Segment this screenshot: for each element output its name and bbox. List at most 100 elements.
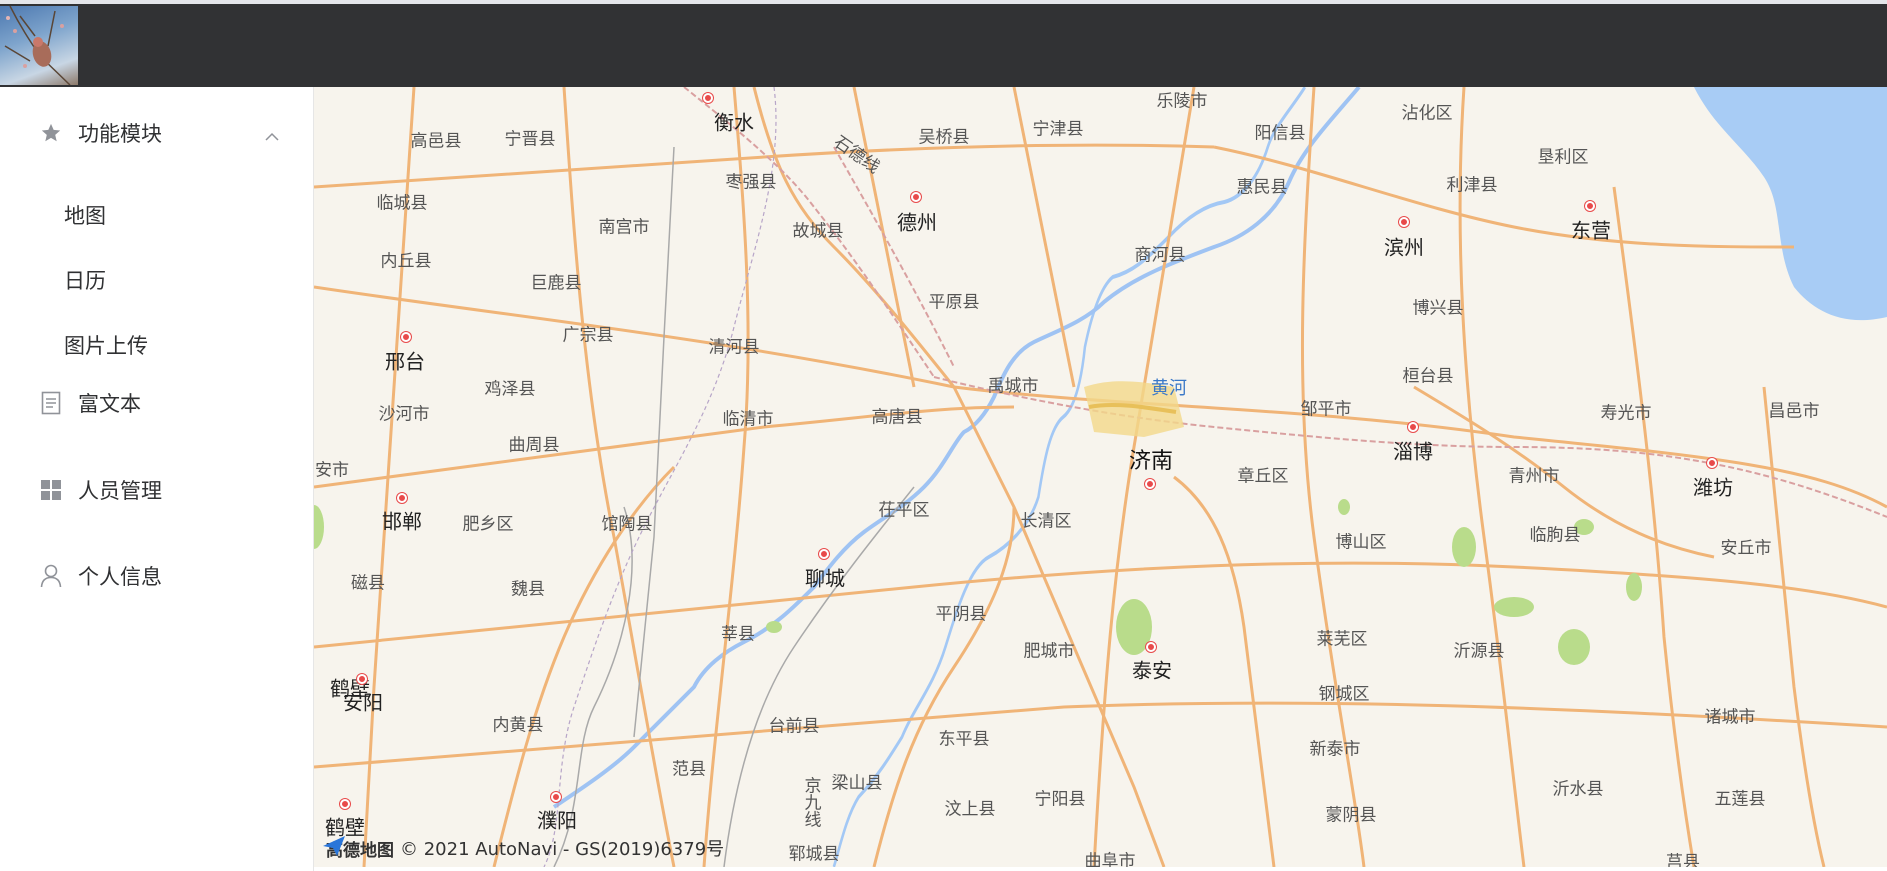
map-label: 高唐县 — [871, 407, 923, 428]
menu-item-calendar[interactable]: 日历 — [0, 252, 313, 308]
map-label: 安市 — [315, 460, 349, 481]
map-label: 东平县 — [938, 729, 990, 750]
map-label: 高邑县 — [410, 131, 462, 152]
menu-item-map[interactable]: 地图 — [0, 187, 313, 243]
map-label: 汶上县 — [944, 799, 996, 820]
map-label: 邯郸 — [382, 509, 422, 534]
map-attribution: 高德地图 © 2021 AutoNavi - GS(2019)6379号 — [322, 835, 724, 861]
map-label: 宁阳县 — [1034, 789, 1086, 810]
copyright-text: © 2021 AutoNavi - GS(2019)6379号 — [400, 839, 725, 860]
map-label: 曲周县 — [508, 435, 560, 456]
menu-item-image-upload[interactable]: 图片上传 — [0, 317, 313, 373]
city-marker[interactable] — [1707, 458, 1717, 468]
city-marker[interactable] — [1408, 422, 1418, 432]
star-icon — [38, 120, 64, 146]
map-label: 商河县 — [1134, 245, 1186, 266]
map-label: 磁县 — [351, 573, 385, 594]
map-label: 禹城市 — [987, 376, 1039, 397]
map-label: 内黄县 — [492, 715, 544, 736]
city-marker[interactable] — [401, 332, 411, 342]
menu-item-label: 地图 — [64, 204, 106, 228]
map-label: 莘县 — [721, 624, 755, 645]
map-label: 广宗县 — [562, 325, 614, 346]
map-label: 博山区 — [1335, 532, 1387, 553]
map-label: 章丘区 — [1237, 466, 1289, 487]
map-label: 临朐县 — [1529, 525, 1581, 546]
menu-item-label: 富文本 — [78, 392, 141, 416]
map-label: 五莲县 — [1714, 789, 1766, 810]
menu-item-label: 人员管理 — [78, 479, 162, 503]
map-label: 衡水 — [714, 110, 754, 135]
map-label: 巨鹿县 — [530, 273, 582, 294]
map-label: 滨州 — [1384, 235, 1424, 260]
map-label: 宁津县 — [1032, 119, 1084, 140]
map-label: 临城县 — [376, 193, 428, 214]
map-label: 安阳 — [343, 690, 383, 715]
menu-item-label: 日历 — [64, 269, 106, 293]
map-label: 邢台 — [385, 349, 425, 374]
map-label: 馆陶县 — [601, 514, 653, 535]
map-label: 宁晋县 — [504, 129, 556, 150]
map-label: 济南 — [1128, 449, 1174, 474]
city-marker[interactable] — [819, 549, 829, 559]
map-label: 东营 — [1571, 218, 1611, 243]
map-label: 茌平区 — [878, 500, 930, 521]
map-label: 莱芜区 — [1316, 629, 1368, 650]
city-marker[interactable] — [911, 192, 921, 202]
menu-item-staff-management[interactable]: 人员管理 — [0, 462, 313, 518]
map-label: 昌邑市 — [1768, 401, 1820, 422]
map-label: 肥乡区 — [462, 514, 514, 535]
map-label: 枣强县 — [725, 172, 777, 193]
menu-item-rich-text[interactable]: 富文本 — [0, 375, 313, 431]
map-label: 南宫市 — [598, 217, 650, 238]
map-label: 聊城 — [805, 566, 845, 591]
top-header-bar — [0, 4, 1887, 87]
menu-item-profile[interactable]: 个人信息 — [0, 548, 313, 604]
railway-label: 京九线 — [800, 776, 821, 828]
map-label: 范县 — [672, 759, 706, 780]
map-label: 新泰市 — [1309, 739, 1361, 760]
map-label: 安丘市 — [1720, 538, 1772, 559]
map-label: 魏县 — [511, 579, 545, 600]
map-label: 临清市 — [722, 409, 774, 430]
sidebar-menu: 功能模块 地图 日历 图片上传 富文本 人员管理 个人信息 — [0, 87, 314, 871]
map-label: 濮阳 — [537, 808, 577, 833]
map-label: 清河县 — [708, 337, 760, 358]
map-label: 鸡泽县 — [484, 379, 536, 400]
menu-item-label: 个人信息 — [78, 565, 162, 589]
city-marker[interactable] — [397, 493, 407, 503]
map-label: 吴桥县 — [918, 127, 970, 148]
map-label: 沾化区 — [1401, 103, 1453, 124]
map-label: 郓城县 — [788, 844, 840, 865]
map-label: 德州 — [897, 210, 937, 235]
city-marker[interactable] — [357, 674, 367, 684]
menu-group-label: 功能模块 — [78, 122, 162, 146]
map-label: 诸城市 — [1704, 707, 1756, 728]
map-label: 肥城市 — [1023, 641, 1075, 662]
map-label: 故城县 — [792, 221, 844, 242]
map-view[interactable]: 鹤壁 衡水 德州 滨州 东营 邢台 济南 淄博 潍坊 邯郸 聊城 泰安 安阳 濮… — [314, 87, 1887, 867]
map-label: 莒县 — [1666, 852, 1700, 868]
map-label: 黄河 — [1151, 378, 1187, 399]
avatar[interactable] — [0, 6, 78, 85]
menu-item-label: 图片上传 — [64, 334, 148, 358]
map-label: 平原县 — [928, 292, 980, 313]
map-label: 阳信县 — [1254, 123, 1306, 144]
city-marker[interactable] — [1146, 642, 1156, 652]
city-marker[interactable] — [340, 799, 350, 809]
map-roads-layer — [314, 87, 1887, 867]
map-label: 邹平市 — [1300, 399, 1352, 420]
menu-group-features[interactable]: 功能模块 — [0, 105, 313, 161]
map-label: 潍坊 — [1693, 475, 1733, 500]
city-marker[interactable] — [703, 93, 713, 103]
map-label: 台前县 — [768, 716, 820, 737]
city-marker[interactable] — [1145, 479, 1155, 489]
grid-icon — [38, 477, 64, 503]
map-label: 淄博 — [1393, 439, 1433, 464]
map-label: 乐陵市 — [1156, 91, 1208, 112]
map-label: 内丘县 — [380, 251, 432, 272]
city-marker[interactable] — [551, 792, 561, 802]
user-icon — [38, 563, 64, 589]
city-marker[interactable] — [1399, 217, 1409, 227]
city-marker[interactable] — [1585, 201, 1595, 211]
